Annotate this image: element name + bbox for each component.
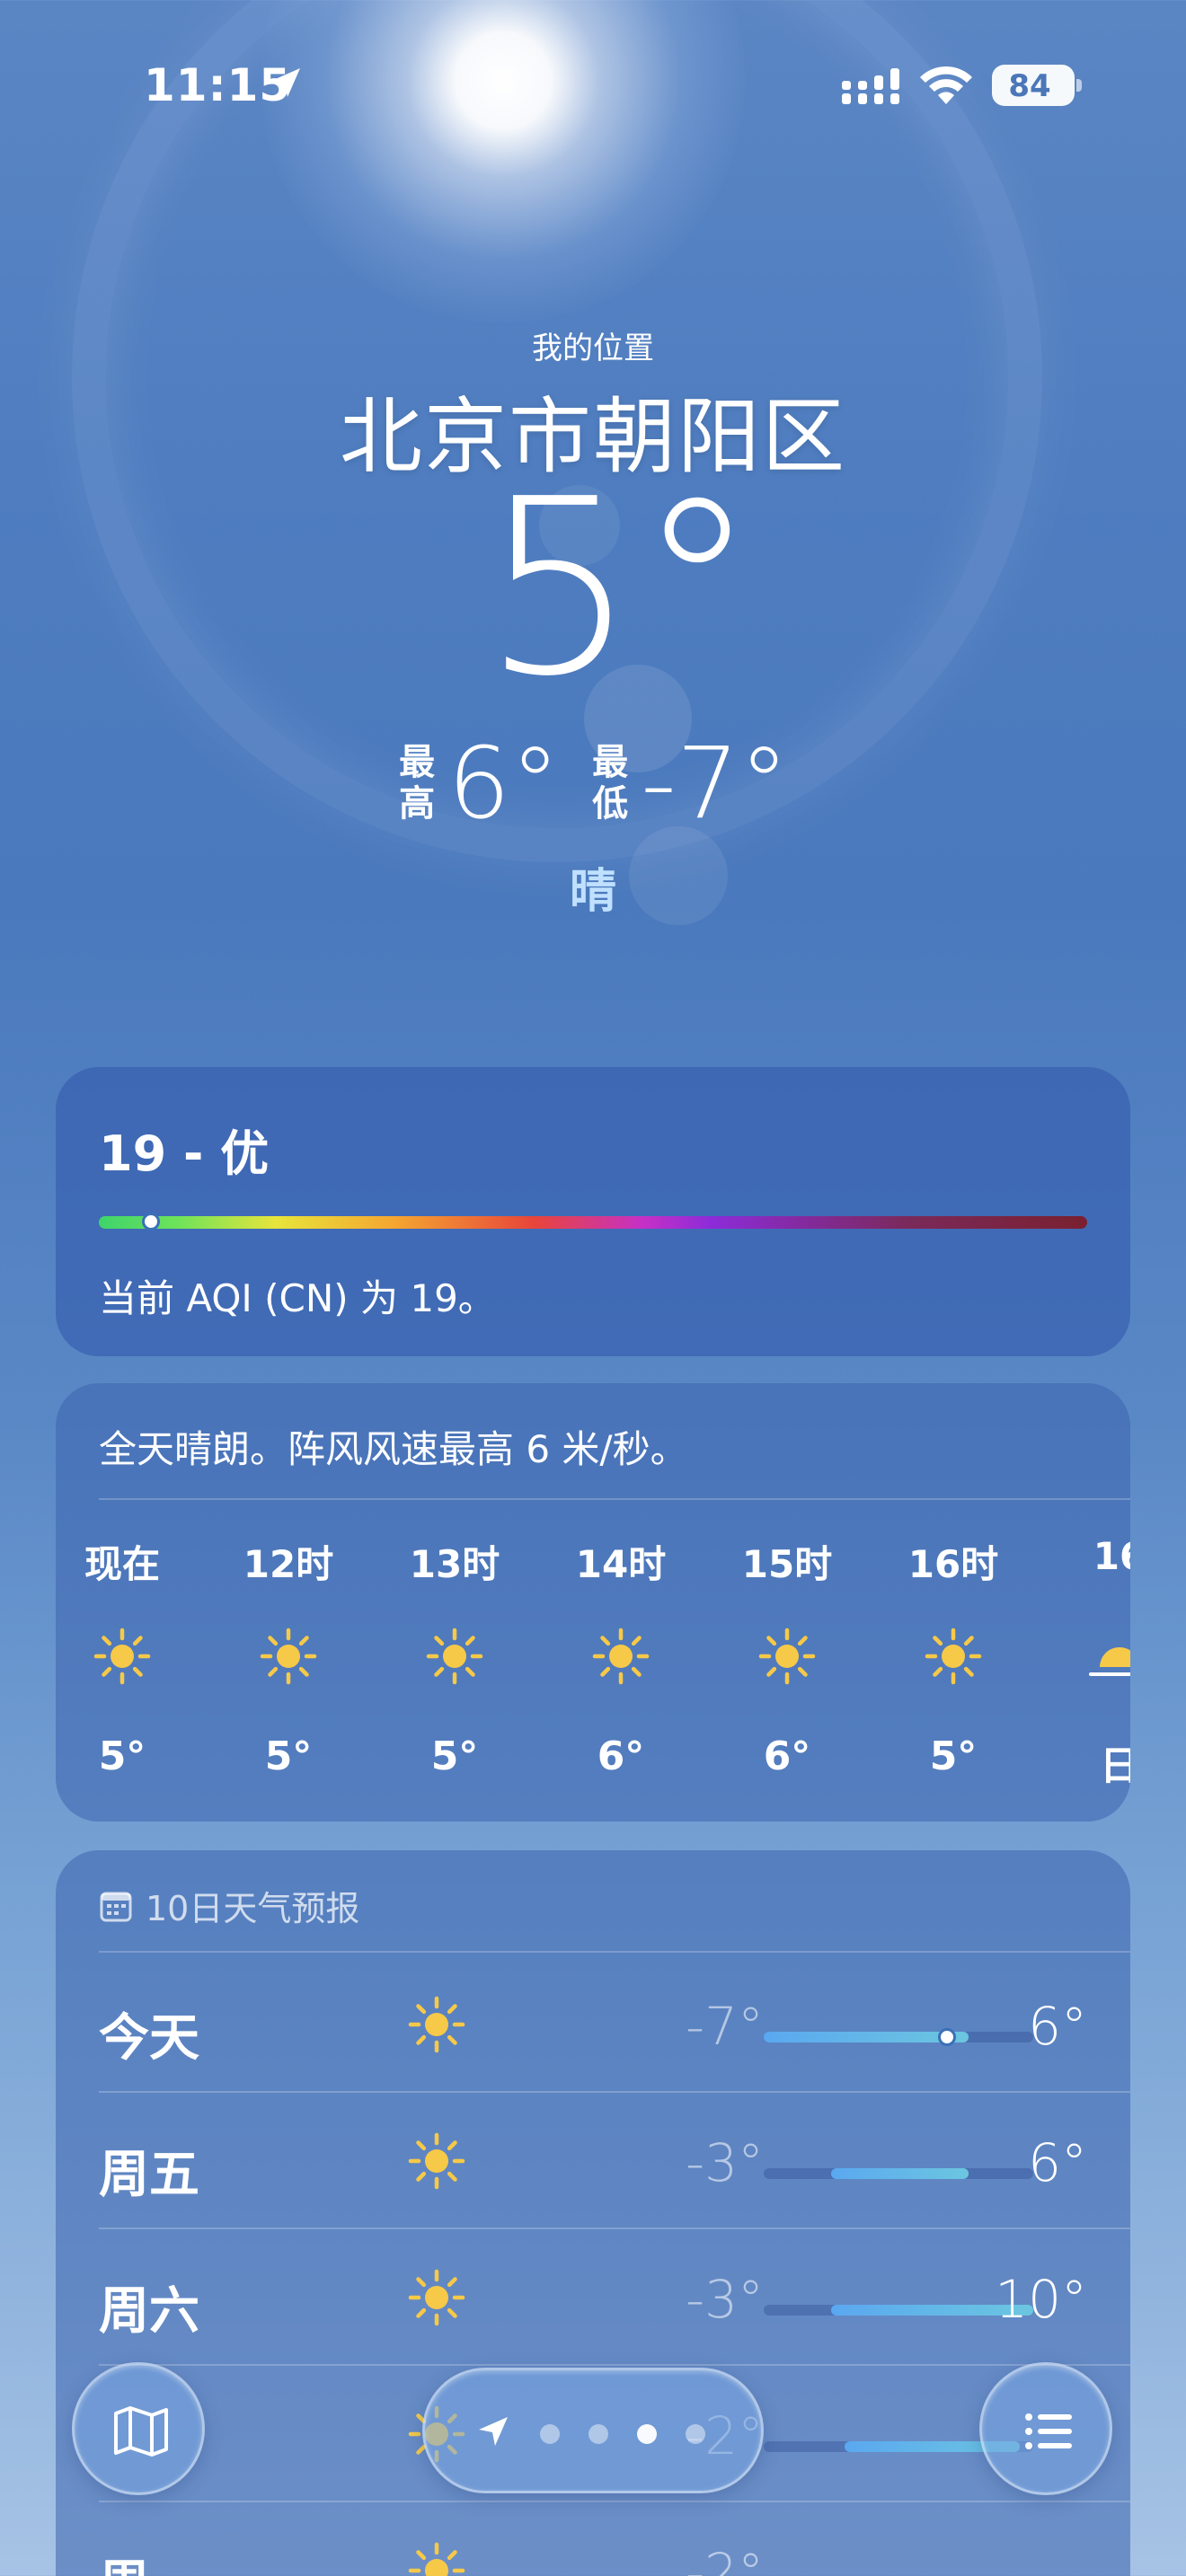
hour-icon-wrap: [589, 1624, 653, 1689]
sun-icon: [592, 1628, 650, 1685]
day-name: 周五: [99, 2146, 199, 2204]
day-icon-wrap: [404, 1992, 469, 2057]
current-temperature: 5°: [482, 446, 758, 729]
day-name: 周六: [99, 2282, 199, 2341]
hour-label: 12时: [243, 1542, 334, 1586]
day-high-temp: 6°: [1028, 2132, 1087, 2193]
hour-label: 16: [1093, 1534, 1130, 1578]
hour-column: 15时 6°: [715, 1534, 859, 1779]
high-low-temps: 最高 6° 最低 -7°: [0, 726, 1186, 841]
battery-cap: [1076, 79, 1082, 92]
hour-temp: 6°: [597, 1734, 645, 1779]
hourly-summary: 全天晴朗。阵风风速最高 6 米/秒。: [99, 1427, 688, 1471]
day-icon-wrap: [404, 2538, 469, 2576]
location-label: 我的位置: [532, 331, 654, 366]
aqi-indicator-dot: [142, 1213, 160, 1231]
day-row[interactable]: 周一 -2°: [99, 2502, 1087, 2576]
low-value: -7°: [641, 726, 789, 841]
hour-temp: 6°: [763, 1734, 811, 1779]
sunset-icon: [1089, 1647, 1130, 1676]
list-button[interactable]: [979, 2362, 1112, 2495]
divider: [99, 1498, 1130, 1500]
location-arrow-icon: [271, 68, 300, 97]
hour-column: 14时 6°: [549, 1534, 693, 1779]
location-arrow-icon: [479, 2417, 508, 2446]
high-label: 最高: [399, 742, 436, 825]
day-high-temp: 10°: [995, 2269, 1087, 2330]
calendar-icon: [100, 1892, 132, 1921]
hour-icon-wrap: [755, 1624, 819, 1689]
ten-day-header: 10日天气预报: [99, 1881, 359, 1930]
day-low-temp: -2°: [686, 2542, 764, 2576]
hour-column: 12时 5°: [217, 1534, 360, 1779]
aqi-card[interactable]: 19 - 优 当前 AQI (CN) 为 19。: [56, 1067, 1130, 1356]
hour-column: 16时 5°: [881, 1534, 1025, 1779]
page-indicator[interactable]: [422, 2368, 764, 2493]
sun-icon: [408, 2269, 465, 2326]
hour-icon-wrap: [1087, 1624, 1130, 1689]
hour-label: 现在: [84, 1542, 160, 1586]
sun-icon: [260, 1628, 317, 1685]
day-name: 今天: [99, 2009, 199, 2068]
hour-label: 14时: [575, 1542, 667, 1586]
aqi-description: 当前 AQI (CN) 为 19。: [99, 1276, 496, 1320]
battery-icon: 84: [992, 65, 1082, 106]
hour-temp: 5°: [929, 1734, 978, 1779]
map-icon: [114, 2406, 168, 2457]
hour-temp: 日: [1100, 1743, 1130, 1789]
hour-column: 16 日: [1048, 1534, 1130, 1791]
hour-icon-wrap: [256, 1624, 321, 1689]
day-row[interactable]: 周六 -3° 10°: [99, 2229, 1087, 2364]
sun-icon: [426, 1628, 483, 1685]
map-button[interactable]: [72, 2362, 205, 2495]
hour-label: 16时: [907, 1542, 999, 1586]
day-icon-wrap: [404, 2265, 469, 2330]
sun-icon: [925, 1628, 982, 1685]
day-row[interactable]: 周五 -3° 6°: [99, 2093, 1087, 2228]
wifi-icon: [920, 66, 972, 104]
hour-icon-wrap: [921, 1624, 986, 1689]
page-dot[interactable]: [637, 2424, 657, 2444]
divider: [99, 1951, 1130, 1953]
day-low-temp: -7°: [686, 1996, 764, 2057]
day-row[interactable]: 今天 -7° 6°: [99, 1956, 1087, 2091]
weather-condition: 晴: [569, 865, 616, 919]
day-name: 周一: [99, 2544, 199, 2576]
aqi-title: 19 - 优: [99, 1125, 270, 1182]
sun-icon: [408, 1996, 465, 2053]
low-temp-group: 最低 -7°: [590, 726, 789, 841]
hour-column: 13时 5°: [383, 1534, 527, 1779]
day-high-temp: 6°: [1028, 1996, 1087, 2057]
page-dot[interactable]: [686, 2424, 705, 2444]
hour-icon-wrap: [90, 1624, 155, 1689]
page-dot[interactable]: [540, 2424, 560, 2444]
high-value: 6°: [447, 726, 561, 841]
day-icon-wrap: [404, 2129, 469, 2193]
hour-icon-wrap: [422, 1624, 487, 1689]
sun-icon: [93, 1628, 151, 1685]
hour-label: 13时: [409, 1542, 500, 1586]
aqi-scale-bar: [99, 1213, 1087, 1231]
hour-label: 15时: [741, 1542, 833, 1586]
day-low-temp: -3°: [686, 2132, 764, 2193]
hourly-forecast-card[interactable]: 全天晴朗。阵风风速最高 6 米/秒。 现在 5° 12时 5° 13时 5° 14时 6° 15…: [56, 1383, 1130, 1822]
hour-column: 现在 5°: [56, 1534, 194, 1779]
sun-icon: [758, 1628, 816, 1685]
sun-icon: [408, 2542, 465, 2576]
battery-level: 84: [1008, 68, 1051, 104]
cellular-signal-icon: [842, 68, 899, 104]
sun-icon: [408, 2132, 465, 2190]
page-dot[interactable]: [589, 2424, 608, 2444]
low-label: 最低: [592, 742, 629, 825]
hour-temp: 5°: [264, 1734, 313, 1779]
ten-day-title: 10日天气预报: [146, 1889, 360, 1928]
day-low-temp: -3°: [686, 2269, 764, 2330]
high-temp-group: 最高 6°: [397, 726, 560, 841]
hour-temp: 5°: [98, 1734, 146, 1779]
hour-temp: 5°: [430, 1734, 479, 1779]
list-icon: [1025, 2413, 1072, 2449]
